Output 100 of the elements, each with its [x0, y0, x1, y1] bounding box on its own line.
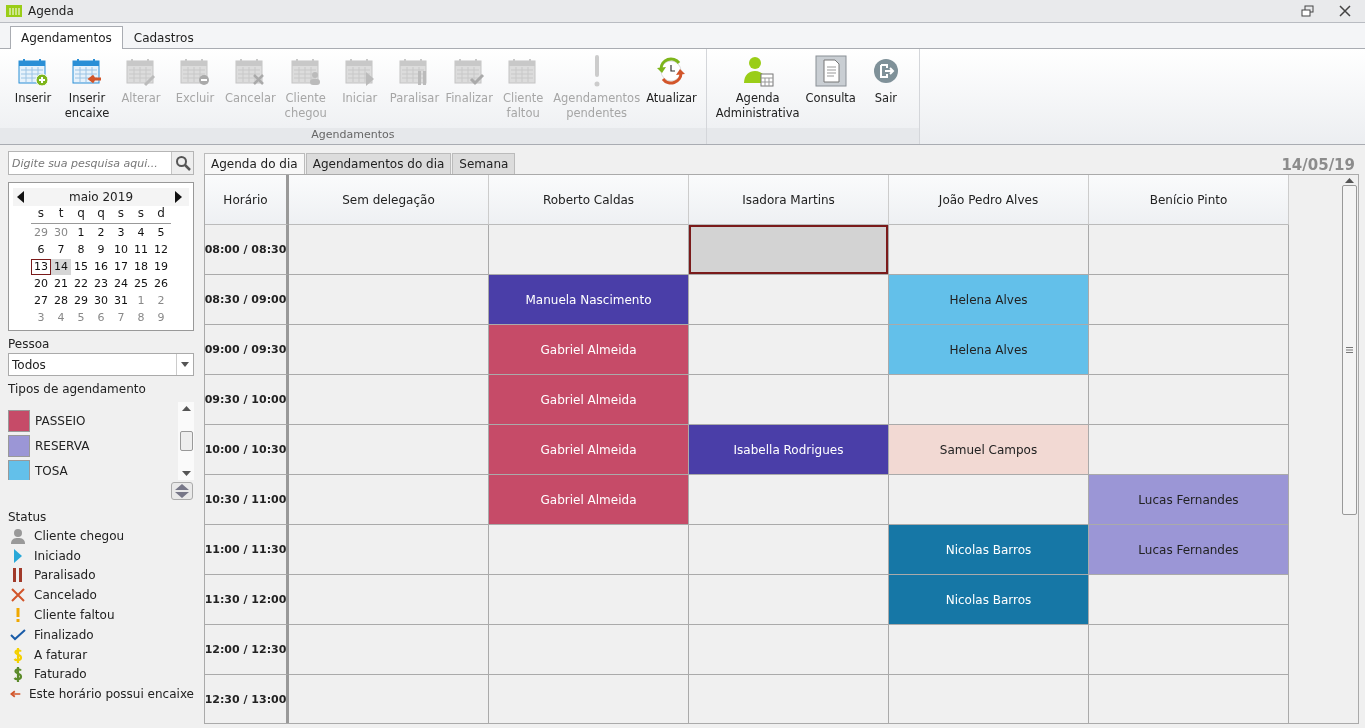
restore-icon[interactable] — [1301, 5, 1315, 17]
calendar-day[interactable]: 30 — [51, 225, 71, 241]
empty-slot[interactable] — [689, 625, 889, 675]
calendar-day[interactable]: 29 — [31, 225, 51, 241]
calendar-day[interactable]: 21 — [51, 276, 71, 292]
calendar-day[interactable]: 7 — [51, 242, 71, 258]
calendar-day[interactable]: 17 — [111, 259, 131, 275]
calendar-day[interactable]: 2 — [91, 225, 111, 241]
appointment[interactable]: Gabriel Almeida — [489, 375, 689, 425]
close-icon[interactable] — [1339, 5, 1351, 17]
calendar-day[interactable]: 22 — [71, 276, 91, 292]
calendar-day[interactable]: 25 — [131, 276, 151, 292]
empty-slot[interactable] — [1089, 625, 1289, 675]
appointment[interactable]: Nicolas Barros — [889, 575, 1089, 625]
app-icon — [6, 5, 22, 17]
appointment[interactable]: Gabriel Almeida — [489, 325, 689, 375]
search-button[interactable] — [171, 152, 193, 174]
calendar-day[interactable]: 6 — [91, 310, 111, 326]
calendar-day[interactable]: 5 — [151, 225, 171, 241]
scroll-up-icon[interactable] — [1345, 178, 1354, 183]
calendar-day[interactable]: 4 — [131, 225, 151, 241]
empty-slot[interactable] — [889, 625, 1089, 675]
appointment[interactable]: Isabella Rodrigues — [689, 425, 889, 475]
ribbon-button[interactable]: Sair — [858, 53, 913, 128]
calendar-day[interactable]: 4 — [51, 310, 71, 326]
appointment[interactable]: Helena Alves — [889, 275, 1089, 325]
search-icon — [174, 155, 191, 171]
calendar-day[interactable]: 27 — [31, 293, 51, 309]
weekday-label: q — [91, 206, 111, 224]
person-dropdown[interactable]: Todos — [8, 353, 194, 376]
appointment[interactable]: Nicolas Barros — [889, 525, 1089, 575]
view-tab[interactable]: Semana — [452, 153, 516, 174]
appointment[interactable]: Helena Alves — [889, 325, 1089, 375]
calendar-day[interactable]: 3 — [111, 225, 131, 241]
column-header: Isadora Martins — [689, 175, 889, 225]
calendar-day[interactable]: 18 — [131, 259, 151, 275]
calendar-day[interactable]: 26 — [151, 276, 171, 292]
calendar-day[interactable]: 8 — [131, 310, 151, 326]
empty-slot[interactable] — [489, 575, 689, 625]
calendar-day[interactable]: 1 — [131, 293, 151, 309]
calendar-day[interactable]: 29 — [71, 293, 91, 309]
calendar-day[interactable]: 13 — [31, 259, 51, 275]
ribbon-button[interactable]: Inserir encaixe — [60, 53, 114, 128]
empty-slot[interactable] — [1089, 225, 1289, 275]
empty-slot[interactable] — [289, 625, 489, 675]
calendar-day[interactable]: 2 — [151, 293, 171, 309]
empty-slot[interactable] — [289, 575, 489, 625]
empty-slot[interactable] — [289, 225, 489, 275]
calendar-day[interactable]: 11 — [131, 242, 151, 258]
calendar-day[interactable]: 28 — [51, 293, 71, 309]
scroll-up-icon[interactable] — [181, 406, 191, 411]
calendar-day[interactable]: 9 — [151, 310, 171, 326]
ribbon-tab[interactable]: Agendamentos — [10, 26, 123, 49]
calendar-day[interactable]: 15 — [71, 259, 91, 275]
appointment[interactable]: Gabriel Almeida — [489, 425, 689, 475]
status-label: Cancelado — [34, 588, 97, 603]
appointment[interactable]: Lucas Fernandes — [1089, 525, 1289, 575]
appointment[interactable]: Lucas Fernandes — [1089, 475, 1289, 525]
scroll-thumb[interactable] — [179, 431, 193, 451]
check-icon — [10, 626, 26, 643]
ribbon-tab[interactable]: Cadastros — [122, 26, 205, 49]
previous-month-button[interactable] — [17, 190, 27, 204]
scroll-thumb[interactable] — [1342, 185, 1357, 515]
calendar-day[interactable]: 9 — [91, 242, 111, 258]
column-header: Benício Pinto — [1089, 175, 1289, 225]
search-field[interactable]: Digite sua pesquisa aqui... — [8, 151, 194, 175]
scroll-down-icon[interactable] — [181, 471, 191, 476]
calendar-day[interactable]: 10 — [111, 242, 131, 258]
calendar-day[interactable]: 14 — [51, 259, 71, 275]
appointment[interactable]: Gabriel Almeida — [489, 475, 689, 525]
empty-slot[interactable] — [1089, 375, 1289, 425]
calendar-day[interactable]: 8 — [71, 242, 91, 258]
ribbon-button[interactable]: Inserir — [6, 53, 60, 128]
calendar-day[interactable]: 30 — [91, 293, 111, 309]
calendar-day[interactable]: 3 — [31, 310, 51, 326]
calendar-day[interactable]: 12 — [151, 242, 171, 258]
calendar-day[interactable]: 16 — [91, 259, 111, 275]
empty-slot[interactable] — [489, 625, 689, 675]
calendar-day[interactable]: 19 — [151, 259, 171, 275]
view-tab[interactable]: Agenda do dia — [204, 153, 305, 174]
ribbon-button[interactable]: Atualizar — [643, 53, 700, 128]
scrollbar[interactable] — [178, 402, 194, 480]
ribbon-button[interactable]: Consulta — [802, 53, 859, 128]
calendar-day[interactable]: 7 — [111, 310, 131, 326]
view-tab[interactable]: Agendamentos do dia — [305, 153, 452, 174]
calendar-day[interactable]: 20 — [31, 276, 51, 292]
ribbon-button[interactable]: Agenda Administrativa — [712, 53, 803, 128]
empty-slot[interactable] — [489, 525, 689, 575]
calendar-day[interactable]: 23 — [91, 276, 111, 292]
calendar-day[interactable]: 24 — [111, 276, 131, 292]
empty-slot[interactable] — [289, 525, 489, 575]
calendar-day[interactable]: 1 — [71, 225, 91, 241]
appointment[interactable]: Samuel Campos — [889, 425, 1089, 475]
calendar-day[interactable]: 5 — [71, 310, 91, 326]
scroll-buttons[interactable] — [171, 482, 193, 500]
calendar-day[interactable]: 31 — [111, 293, 131, 309]
selected-slot[interactable] — [689, 225, 889, 275]
appointment[interactable]: Manuela Nascimento — [489, 275, 689, 325]
calendar-day[interactable]: 6 — [31, 242, 51, 258]
section-label: Status — [8, 510, 48, 524]
